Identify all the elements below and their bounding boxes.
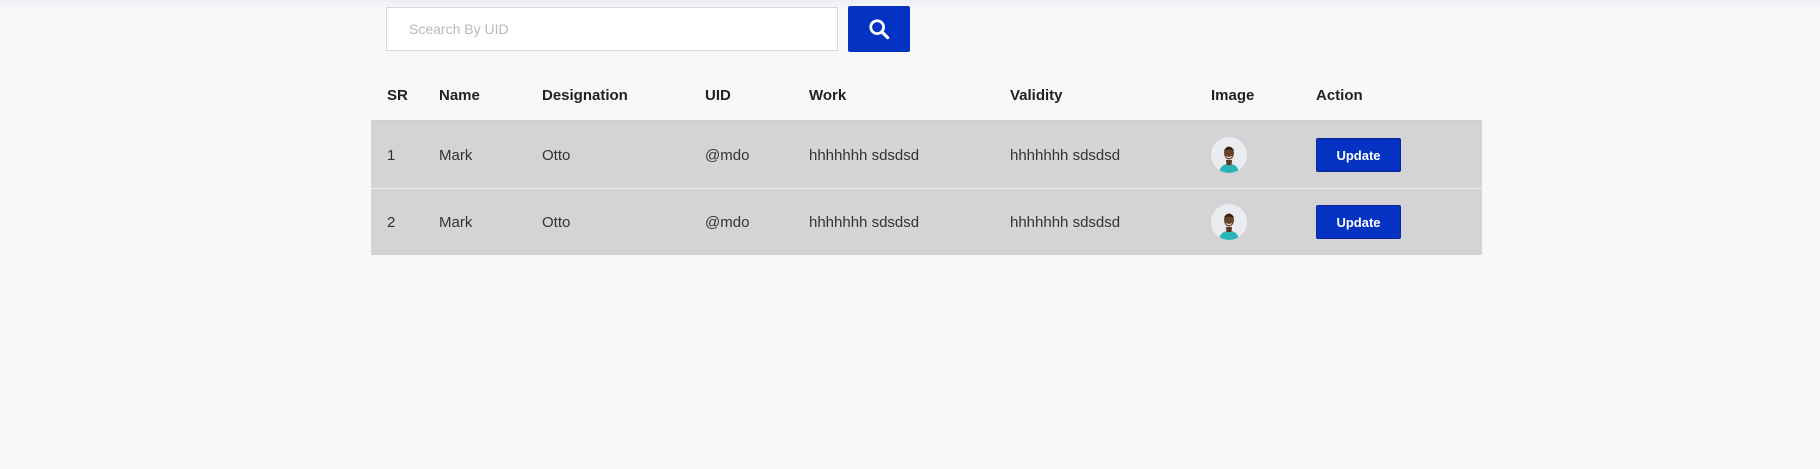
cell-action: Update [1316, 121, 1482, 189]
avatar-icon [1211, 204, 1247, 240]
cell-uid: @mdo [705, 121, 809, 189]
table-header-row: SR Name Designation UID Work Validity Im… [371, 71, 1482, 122]
cell-sr: 1 [371, 121, 439, 189]
cell-validity: hhhhhhh sdsdsd [1010, 121, 1211, 189]
search-icon [869, 19, 890, 40]
cell-sr: 2 [371, 188, 439, 255]
cell-name: Mark [439, 121, 542, 189]
cell-work: hhhhhhh sdsdsd [809, 121, 1010, 189]
avatar-icon [1211, 137, 1247, 173]
search-bar [386, 6, 910, 52]
cell-uid: @mdo [705, 188, 809, 255]
cell-image [1211, 188, 1316, 255]
table-row: 1 Mark Otto @mdo hhhhhhh sdsdsd hhhhhhh … [371, 121, 1482, 189]
cell-action: Update [1316, 188, 1482, 255]
cell-validity: hhhhhhh sdsdsd [1010, 188, 1211, 255]
header-work: Work [809, 71, 1010, 122]
cell-designation: Otto [542, 188, 705, 255]
users-table: SR Name Designation UID Work Validity Im… [371, 71, 1482, 255]
header-name: Name [439, 71, 542, 122]
cell-name: Mark [439, 188, 542, 255]
cell-image [1211, 121, 1316, 189]
header-image: Image [1211, 71, 1316, 122]
header-action: Action [1316, 71, 1482, 122]
cell-designation: Otto [542, 121, 705, 189]
cell-work: hhhhhhh sdsdsd [809, 188, 1010, 255]
header-validity: Validity [1010, 71, 1211, 122]
table-row: 2 Mark Otto @mdo hhhhhhh sdsdsd hhhhhhh … [371, 188, 1482, 255]
search-input[interactable] [386, 7, 838, 51]
top-shadow [0, 0, 1820, 10]
update-button[interactable]: Update [1316, 138, 1401, 172]
header-designation: Designation [542, 71, 705, 122]
search-button[interactable] [848, 6, 910, 52]
header-uid: UID [705, 71, 809, 122]
header-sr: SR [371, 71, 439, 122]
update-button[interactable]: Update [1316, 205, 1401, 239]
